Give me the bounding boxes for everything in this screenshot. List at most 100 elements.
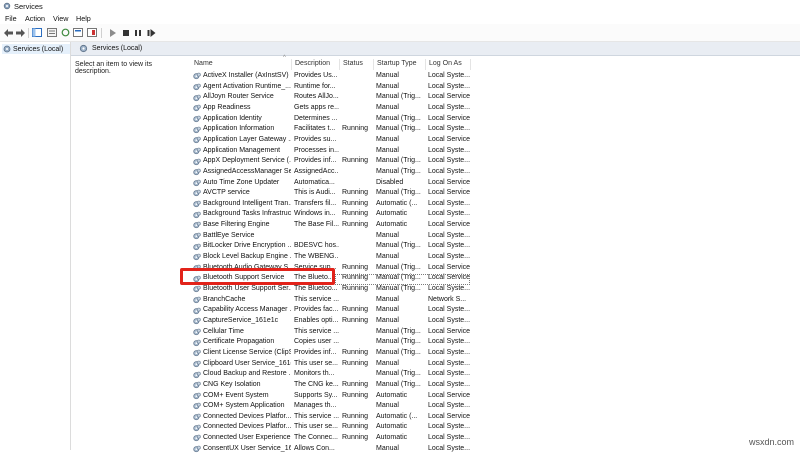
table-row[interactable]: Clipboard User Service_161e... This user … [191,359,611,370]
column-header-name[interactable]: Name [194,60,213,70]
panel-header-label: Services (Local) [92,45,143,52]
service-name: Capability Access Manager ... [203,306,291,314]
table-row[interactable]: Application Information Facilitates t... R… [191,124,611,135]
service-status: Running [342,189,369,197]
table-row[interactable]: Connected Devices Platfor... This service… [191,412,611,423]
table-row[interactable]: BattlEye Service Manual Local Syste... [191,231,611,242]
service-description: The CNG ke... [294,380,339,388]
table-row[interactable]: ActiveX Installer (AxInstSV) Provides Us.… [191,71,611,82]
service-name: Application Identity [203,114,262,122]
table-row[interactable]: AllJoyn Router Service Routes AllJo... Man… [191,92,611,103]
service-startup-type: Manual [376,231,399,239]
service-status: Running [342,285,369,292]
service-gear-icon [193,92,202,103]
table-row[interactable]: COM+ Event System Supports Sy... Running Au… [191,391,611,402]
services-gear-icon [3,45,11,53]
service-name: Certificate Propagation [203,338,275,346]
back-arrow-icon[interactable] [3,28,13,37]
stop-service-icon[interactable] [121,28,131,37]
table-row[interactable]: Connected Devices Platfor... This user se… [191,422,611,433]
table-row[interactable]: BranchCache This service ... Manual Network… [191,295,611,306]
tree-item-services-local[interactable]: Services (Local) [2,44,70,54]
service-name: Agent Activation Runtime_... [203,82,291,90]
table-row[interactable]: ConsentUX User Service_16... Allows Con..… [191,444,611,454]
column-header-status[interactable]: Status [343,60,363,70]
table-row[interactable]: Certificate Propagation Copies user ... Ma… [191,337,611,348]
service-log-on-as: Local Syste... [428,434,470,442]
description-prompt: Select an item to view its description. [75,61,153,75]
table-row[interactable]: Cloud Backup and Restore ... Monitors th.… [191,369,611,380]
column-divider[interactable] [339,59,340,70]
table-row[interactable]: Cellular Time This service ... Manual (Tri… [191,327,611,338]
menu-view[interactable]: View [53,14,68,23]
table-row[interactable]: Capability Access Manager ... Provides fa… [191,305,611,316]
console-tree-pane: Services (Local) [0,42,71,450]
service-description: Supports Sy... [294,391,338,399]
menu-file[interactable]: File [5,14,17,23]
export-list-icon[interactable] [73,28,83,37]
help-icon[interactable] [87,28,97,37]
forward-arrow-icon[interactable] [15,28,25,37]
column-header-log-on-as[interactable]: Log On As [429,60,462,70]
service-log-on-as: Local Syste... [428,338,470,346]
service-description: This service ... [294,327,339,335]
restart-service-icon[interactable] [146,28,156,37]
table-row[interactable]: AppX Deployment Service (... Provides inf… [191,156,611,167]
service-gear-icon [193,422,202,433]
table-row[interactable]: Application Management Processes in... Man… [191,146,611,157]
table-row[interactable]: Base Filtering Engine The Base Fil... Runn… [191,220,611,231]
table-row[interactable]: CNG Key Isolation The CNG ke... Running Man… [191,380,611,391]
table-row[interactable]: AVCTP service This is Audi... Running Manua… [191,188,611,199]
menu-action[interactable]: Action [25,14,45,23]
service-log-on-as: Local Syste... [428,285,470,292]
service-startup-type: Manual [376,444,399,452]
service-name: AppX Deployment Service (... [203,157,291,165]
panel-header: Services (Local) [71,42,800,56]
table-row[interactable]: Auto Time Zone Updater Automatica... Disab… [191,178,611,189]
service-status: Running [342,348,369,356]
table-row[interactable]: Client License Service (ClipS... Provides… [191,348,611,359]
column-divider[interactable] [291,59,292,70]
service-startup-type: Disabled [376,178,404,186]
service-log-on-as: Local Service [428,135,470,143]
properties-icon[interactable] [47,28,57,37]
service-name: Clipboard User Service_161e... [203,359,291,367]
column-divider[interactable] [373,59,374,70]
service-status: Running [342,316,369,324]
service-status: Running [342,380,369,388]
table-row[interactable]: COM+ System Application Manages th... Manu… [191,401,611,412]
service-log-on-as: Local Syste... [428,370,470,378]
show-console-tree-icon[interactable] [32,28,42,37]
table-row[interactable]: Background Tasks Infrastruc... Windows in… [191,209,611,220]
toolbar [0,24,800,42]
service-log-on-as: Local Syste... [428,316,470,324]
table-row[interactable]: BitLocker Drive Encryption ... BDESVC hos… [191,241,611,252]
refresh-icon[interactable] [60,28,70,37]
service-gear-icon [193,337,202,348]
column-header-description[interactable]: Description [295,60,330,70]
service-status [342,369,375,380]
service-description: Gets apps re... [294,103,339,111]
table-row[interactable]: Block Level Backup Engine ... The WBENG..… [191,252,611,263]
service-startup-type: Manual (Trig... [376,157,421,165]
table-row[interactable]: AssignedAccessManager Se... AssignedAcc..… [191,167,611,178]
column-divider[interactable] [425,59,426,70]
table-row[interactable]: App Readiness Gets apps re... Manual Local … [191,103,611,114]
column-divider[interactable] [470,59,471,70]
table-row[interactable]: Agent Activation Runtime_... Runtime for.… [191,82,611,93]
pause-service-icon[interactable] [133,28,143,37]
column-header-startup-type[interactable]: Startup Type [377,60,417,70]
start-service-icon[interactable] [108,28,118,37]
table-row[interactable]: CaptureService_161e1c Enables opti... Runn… [191,316,611,327]
table-row[interactable]: Application Identity Determines ... Manual… [191,114,611,125]
table-row[interactable]: Background Intelligent Tran... Transfers … [191,199,611,210]
table-row[interactable]: Application Layer Gateway ... Provides su… [191,135,611,146]
table-row[interactable]: Connected User Experience... The Connec..… [191,433,611,444]
service-gear-icon [193,412,202,423]
service-description: The Bluetoo... [294,285,338,292]
menu-help[interactable]: Help [76,14,91,23]
table-row[interactable]: Bluetooth User Support Ser... The Bluetoo… [191,284,611,295]
service-status [342,252,375,263]
service-startup-type: Automatic [376,434,408,442]
window-title: Services [14,2,43,11]
